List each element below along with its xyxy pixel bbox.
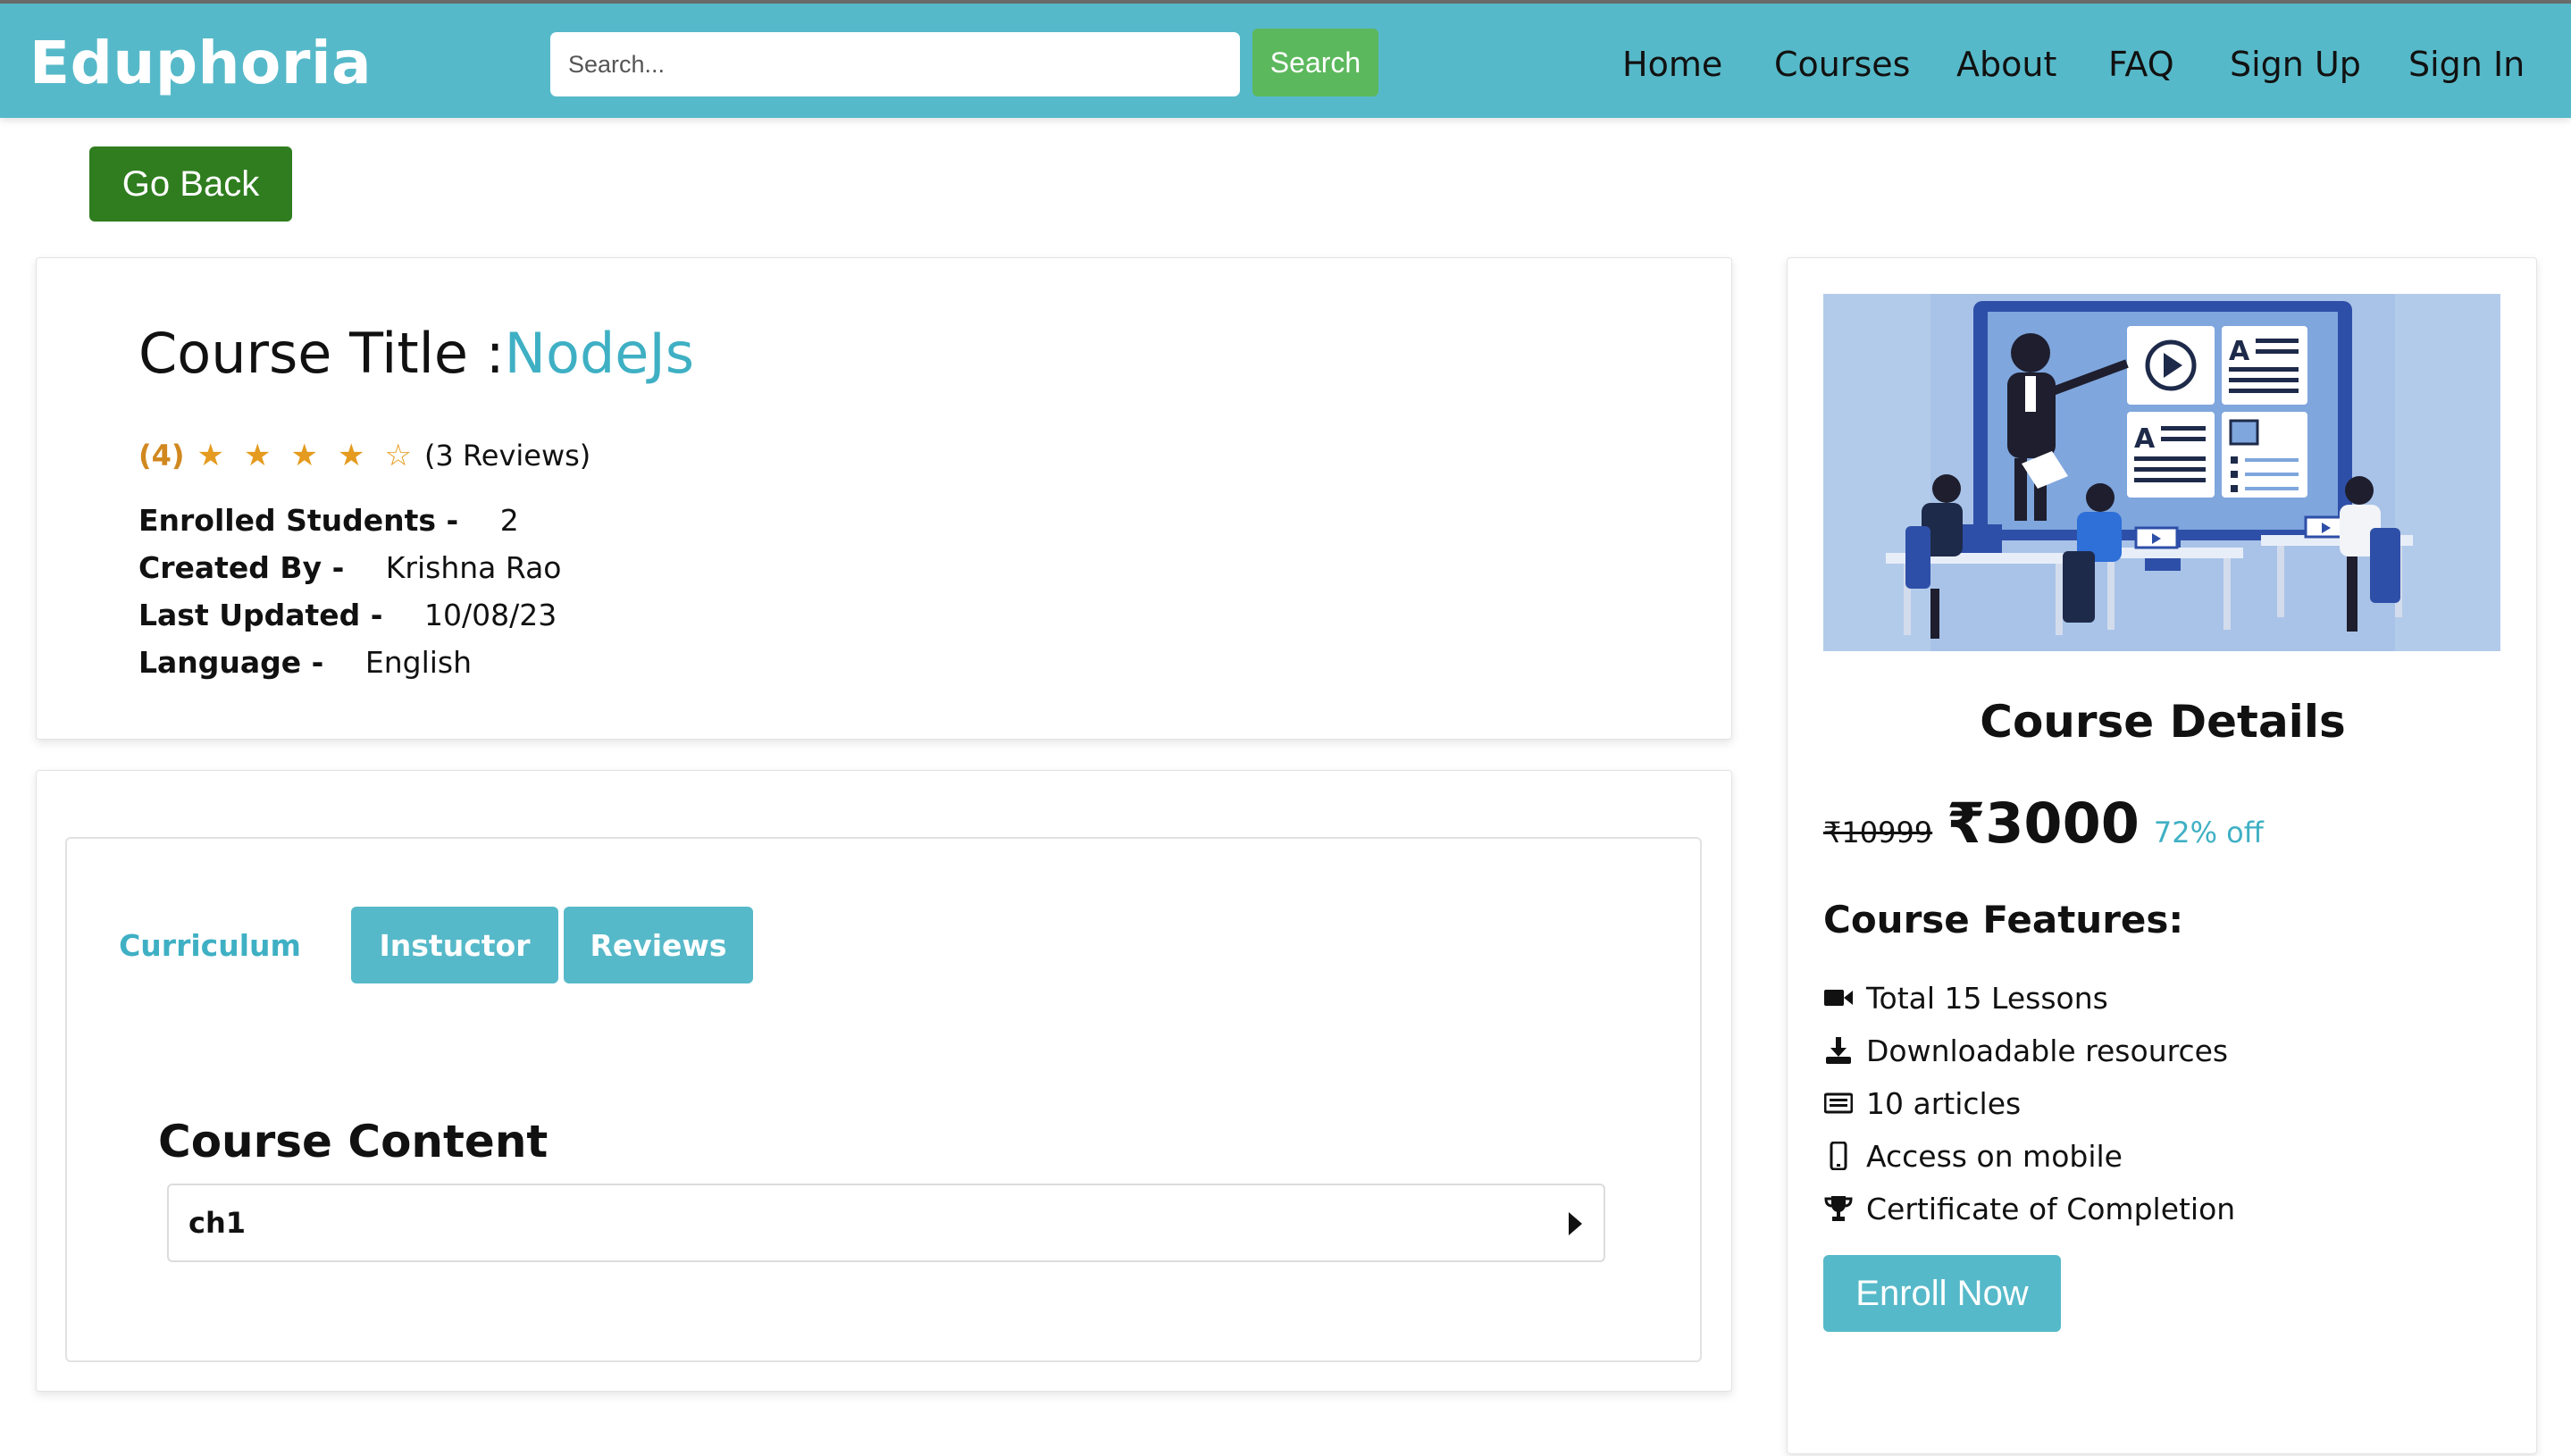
meta-value: Krishna Rao (385, 550, 562, 585)
meta-value: 2 (499, 503, 519, 538)
meta-value: English (364, 645, 473, 680)
star-filled-icon: ★ (290, 438, 318, 473)
nav-about[interactable]: About (1956, 38, 2056, 91)
nav-courses[interactable]: Courses (1774, 38, 1910, 91)
meta-label: Last Updated - (138, 598, 383, 632)
meta-enrolled: Enrolled Students - 2 (138, 503, 519, 538)
course-details-card: A A Course Details ₹10999 ₹3000 72% off … (1787, 257, 2537, 1454)
tab-reviews[interactable]: Reviews (564, 907, 753, 983)
feature-item: 10 articles (1823, 1084, 2021, 1123)
feature-text: Total 15 Lessons (1866, 980, 2108, 1016)
rating-value: (4) (138, 439, 185, 473)
star-filled-icon: ★ (244, 438, 272, 473)
course-tabs-card: Curriculum Instuctor Reviews Course Cont… (36, 770, 1732, 1392)
course-title-value: NodeJs (504, 321, 695, 386)
course-details-heading: Course Details (1980, 696, 2346, 748)
feature-text: Certificate of Completion (1866, 1191, 2236, 1226)
current-price: ₹3000 (1947, 791, 2140, 856)
mobile-icon (1823, 1141, 1854, 1171)
tab-curriculum[interactable]: Curriculum (119, 907, 301, 983)
star-filled-icon: ★ (197, 438, 224, 473)
price-row: ₹10999 ₹3000 72% off (1823, 791, 2264, 856)
meta-label: Enrolled Students - (138, 503, 459, 538)
course-title-label: Course Title : (138, 321, 505, 386)
search-button[interactable]: Search (1252, 29, 1378, 96)
caret-right-icon (1569, 1212, 1582, 1235)
feature-text: Downloadable resources (1866, 1033, 2229, 1068)
classroom-illustration-icon: A A (1823, 294, 2500, 651)
top-navbar: Eduphoria Search Home Courses About FAQ … (0, 0, 2571, 118)
go-back-button[interactable]: Go Back (89, 146, 292, 222)
chapter-title: ch1 (188, 1206, 247, 1240)
rating-row: (4) ★ ★ ★ ★ ☆ (3 Reviews) (138, 433, 590, 478)
star-filled-icon: ★ (337, 438, 365, 473)
course-title: Course Title :NodeJs (138, 321, 694, 386)
feature-item: Access on mobile (1823, 1136, 2123, 1176)
meta-value: 10/08/23 (423, 598, 557, 632)
nav-sign-up[interactable]: Sign Up (2230, 38, 2361, 91)
svg-text:A: A (2229, 336, 2250, 367)
feature-item: Total 15 Lessons (1823, 978, 2108, 1017)
review-count: (3 Reviews) (423, 439, 591, 473)
feature-item: Certificate of Completion (1823, 1189, 2235, 1228)
enroll-now-button[interactable]: Enroll Now (1823, 1255, 2061, 1332)
article-icon (1823, 1088, 1854, 1118)
svg-text:A: A (2134, 423, 2156, 455)
download-icon (1823, 1035, 1854, 1066)
nav-faq[interactable]: FAQ (2108, 38, 2174, 91)
course-hero-illustration: A A (1823, 294, 2500, 651)
feature-item: Downloadable resources (1823, 1031, 2228, 1070)
chapter-accordion[interactable]: ch1 (167, 1184, 1605, 1262)
search-input[interactable] (550, 32, 1240, 96)
nav-sign-in[interactable]: Sign In (2408, 38, 2525, 91)
discount-badge: 72% off (2153, 816, 2264, 849)
video-icon (1823, 983, 1854, 1013)
trophy-icon (1823, 1193, 1854, 1224)
tab-instructor[interactable]: Instuctor (351, 907, 558, 983)
star-empty-icon: ☆ (384, 438, 412, 473)
meta-label: Created By - (138, 550, 345, 585)
brand-logo[interactable]: Eduphoria (29, 23, 372, 104)
meta-language: Language - English (138, 645, 472, 680)
course-info-card: Course Title :NodeJs (4) ★ ★ ★ ★ ☆ (3 Re… (36, 257, 1732, 740)
nav-home[interactable]: Home (1622, 38, 1722, 91)
meta-last-updated: Last Updated - 10/08/23 (138, 598, 557, 632)
course-content-heading: Course Content (158, 1116, 549, 1167)
feature-text: 10 articles (1866, 1085, 2022, 1121)
feature-text: Access on mobile (1866, 1138, 2123, 1174)
meta-label: Language - (138, 645, 324, 680)
meta-created-by: Created By - Krishna Rao (138, 550, 562, 585)
original-price: ₹10999 (1823, 816, 1933, 849)
tabs-panel: Curriculum Instuctor Reviews Course Cont… (65, 837, 1702, 1362)
features-heading: Course Features: (1823, 898, 2184, 941)
